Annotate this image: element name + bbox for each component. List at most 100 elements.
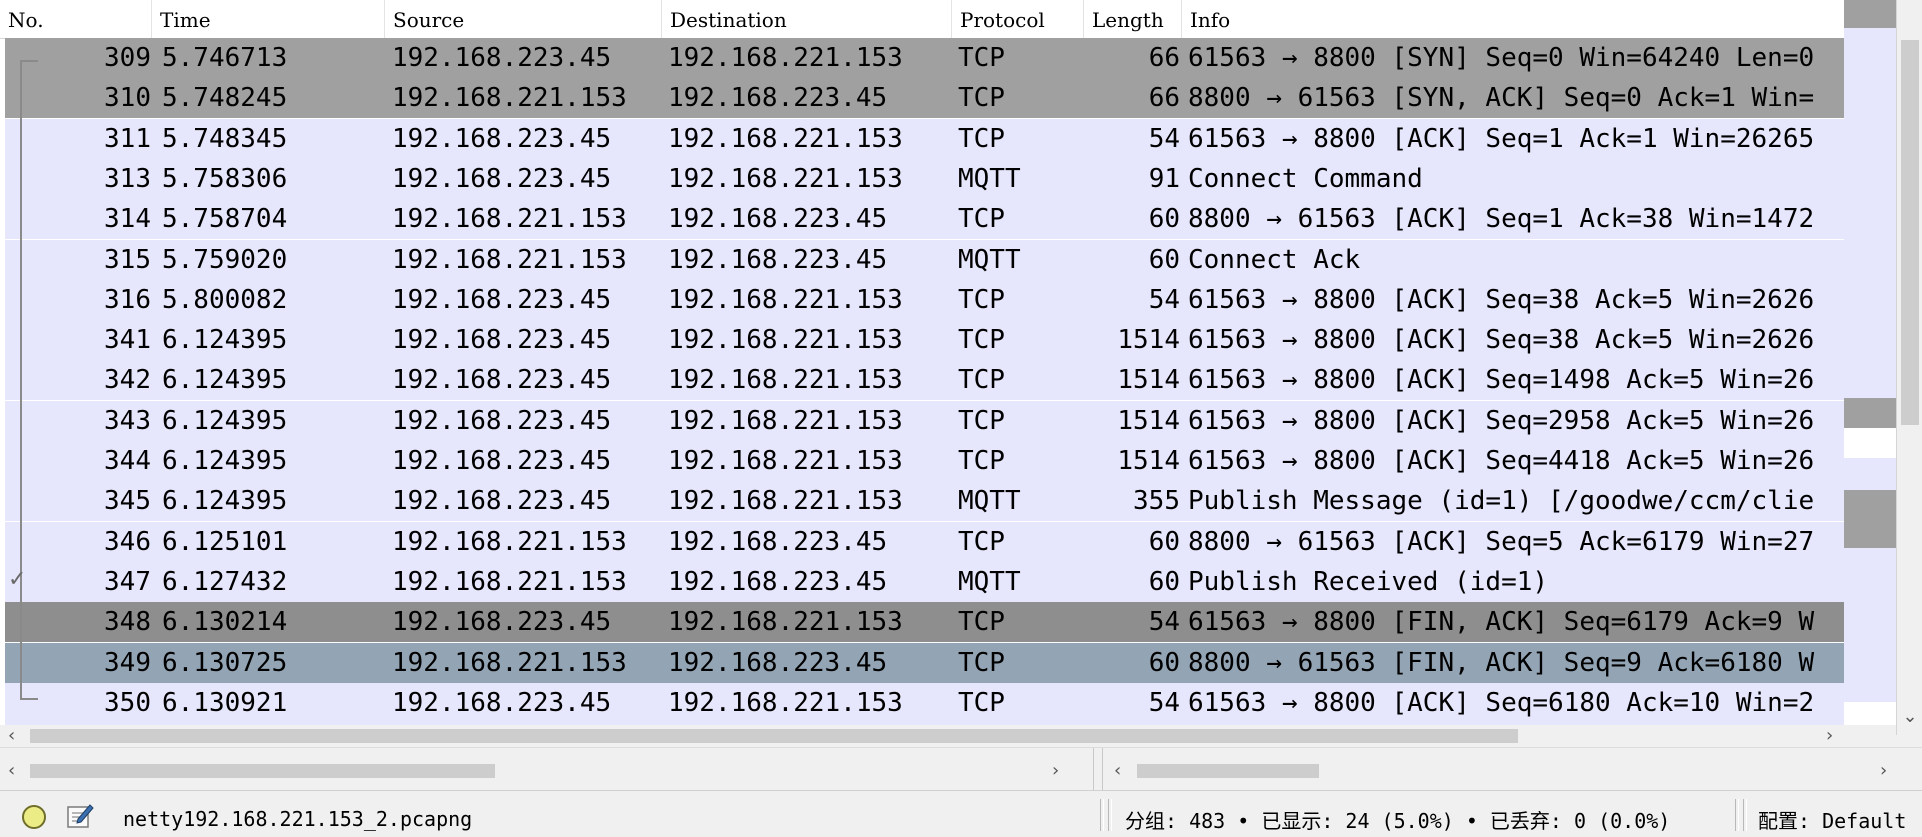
packet-row[interactable]: 346 6.125101 192.168.221.153 192.168.223.45… bbox=[5, 521, 1844, 562]
packet-row[interactable]: 316 5.800082 192.168.223.45 192.168.221.153… bbox=[5, 279, 1844, 320]
packet-row[interactable]: 344 6.124395 192.168.223.45 192.168.221.153… bbox=[5, 441, 1844, 481]
column-time[interactable]: Time bbox=[152, 0, 385, 38]
vertical-scrollbar[interactable]: ⌄ bbox=[1896, 0, 1922, 735]
packet-time: 6.127432 bbox=[162, 566, 288, 597]
details-hscroll-thumb[interactable] bbox=[30, 764, 495, 778]
packet-row[interactable]: 349 6.130725 192.168.221.153 192.168.223.45… bbox=[5, 642, 1844, 683]
status-divider bbox=[1108, 799, 1112, 831]
details-hscrollbar[interactable]: ‹ › bbox=[0, 760, 1085, 782]
packet-no: 316 bbox=[104, 284, 151, 315]
packet-destination: 192.168.221.153 bbox=[668, 163, 903, 194]
scroll-right-icon[interactable]: › bbox=[1880, 760, 1887, 782]
column-destination[interactable]: Destination bbox=[662, 0, 952, 38]
packet-time: 6.130214 bbox=[162, 607, 288, 638]
pane-splitter[interactable] bbox=[1093, 748, 1103, 791]
packet-time: 6.124395 bbox=[162, 365, 288, 396]
packet-minimap[interactable] bbox=[1844, 0, 1896, 725]
scroll-right-icon[interactable]: › bbox=[1826, 725, 1833, 747]
status-led-icon[interactable] bbox=[22, 805, 46, 829]
bytes-hscrollbar[interactable]: ‹ › bbox=[1110, 760, 1922, 782]
packet-length: 66 bbox=[1148, 83, 1180, 114]
packet-protocol: TCP bbox=[958, 83, 1005, 114]
packet-row[interactable]: 342 6.124395 192.168.223.45 192.168.221.153… bbox=[5, 360, 1844, 401]
column-source[interactable]: Source bbox=[385, 0, 662, 38]
packet-info: 61563 → 8800 [SYN] Seq=0 Win=64240 Len=0 bbox=[1188, 43, 1815, 73]
packet-source: 192.168.223.45 bbox=[392, 123, 612, 154]
packet-length: 60 bbox=[1148, 647, 1180, 678]
packet-row[interactable]: 350 6.130921 192.168.223.45 192.168.221.153… bbox=[5, 682, 1844, 723]
packet-info: 61563 → 8800 [ACK] Seq=2958 Ack=5 Win=26 bbox=[1188, 405, 1815, 436]
packet-row[interactable]: 341 6.124395 192.168.223.45 192.168.221.153… bbox=[5, 320, 1844, 361]
packet-destination: 192.168.223.45 bbox=[668, 526, 888, 557]
packet-no: 346 bbox=[104, 526, 151, 557]
packet-no: 310 bbox=[104, 83, 151, 114]
packet-destination: 192.168.223.45 bbox=[668, 83, 888, 114]
packet-no: 342 bbox=[104, 365, 151, 396]
profile-selector[interactable]: 配置: Default bbox=[1758, 805, 1906, 834]
packet-no: 348 bbox=[104, 607, 151, 638]
packet-row[interactable]: 314 5.758704 192.168.221.153 192.168.223.45… bbox=[5, 199, 1844, 240]
packet-no: 313 bbox=[104, 163, 151, 194]
packet-info: Connect Ack bbox=[1188, 244, 1361, 275]
packet-row[interactable]: 311 5.748345 192.168.223.45 192.168.221.153… bbox=[5, 118, 1844, 159]
packet-row[interactable]: 343 6.124395 192.168.223.45 192.168.221.153… bbox=[5, 400, 1844, 441]
packet-protocol: TCP bbox=[958, 365, 1005, 396]
packet-no: 350 bbox=[104, 687, 151, 718]
packet-protocol: TCP bbox=[958, 405, 1005, 436]
packet-row[interactable]: 313 5.758306 192.168.223.45 192.168.221.153… bbox=[5, 158, 1844, 199]
column-no[interactable]: No. bbox=[0, 0, 152, 38]
packet-info: 8800 → 61563 [SYN, ACK] Seq=0 Ack=1 Win= bbox=[1188, 83, 1815, 114]
packet-protocol: TCP bbox=[958, 284, 1005, 315]
packet-no: 309 bbox=[104, 43, 151, 73]
packet-list-hscroll-thumb[interactable] bbox=[30, 729, 1518, 743]
packet-source: 192.168.223.45 bbox=[392, 405, 612, 436]
packet-time: 6.125101 bbox=[162, 526, 288, 557]
packet-length: 60 bbox=[1148, 566, 1180, 597]
packet-source: 192.168.223.45 bbox=[392, 365, 612, 396]
status-bar: netty192.168.221.153_2.pcapng 分组: 483 • … bbox=[0, 790, 1922, 837]
packet-destination: 192.168.221.153 bbox=[668, 123, 903, 154]
packet-row[interactable]: 345 6.124395 192.168.223.45 192.168.221.153… bbox=[5, 481, 1844, 522]
edit-comment-icon[interactable] bbox=[66, 801, 94, 829]
packet-info: 61563 → 8800 [ACK] Seq=1 Ack=1 Win=26265 bbox=[1188, 123, 1815, 154]
packet-destination: 192.168.223.45 bbox=[668, 204, 888, 235]
bytes-hscroll-thumb[interactable] bbox=[1137, 764, 1319, 778]
conversation-bracket-start bbox=[20, 60, 38, 62]
status-divider bbox=[1100, 799, 1104, 831]
column-length[interactable]: Length bbox=[1084, 0, 1182, 38]
lower-panes: ‹ › ‹ › bbox=[0, 747, 1922, 791]
packet-protocol: TCP bbox=[958, 526, 1005, 557]
packet-source: 192.168.221.153 bbox=[392, 526, 627, 557]
scroll-right-icon[interactable]: › bbox=[1052, 760, 1059, 782]
packet-destination: 192.168.221.153 bbox=[668, 43, 903, 73]
packet-length: 1514 bbox=[1117, 325, 1180, 356]
packet-protocol: MQTT bbox=[958, 244, 1021, 275]
scroll-left-icon[interactable]: ‹ bbox=[8, 725, 15, 747]
packet-row[interactable]: 347 6.127432 192.168.221.153 192.168.223.45… bbox=[5, 561, 1844, 602]
packet-length: 66 bbox=[1148, 43, 1180, 73]
column-info[interactable]: Info bbox=[1182, 0, 1844, 38]
packet-time: 5.758306 bbox=[162, 163, 288, 194]
packet-source: 192.168.223.45 bbox=[392, 687, 612, 718]
scroll-left-icon[interactable]: ‹ bbox=[1114, 760, 1121, 782]
packet-no: 347 bbox=[104, 566, 151, 597]
packet-list-hscrollbar[interactable]: ‹ › bbox=[0, 725, 1844, 747]
packet-row[interactable]: 315 5.759020 192.168.221.153 192.168.223.45… bbox=[5, 239, 1844, 280]
packet-list[interactable]: No. Time Source Destination Protocol Len… bbox=[0, 0, 1922, 725]
packet-row[interactable]: 309 5.746713 192.168.223.45 192.168.221.153… bbox=[5, 38, 1844, 78]
packet-length: 60 bbox=[1148, 204, 1180, 235]
vertical-scroll-thumb[interactable] bbox=[1901, 40, 1919, 425]
packet-row[interactable]: 310 5.748245 192.168.221.153 192.168.223.45… bbox=[5, 78, 1844, 119]
scroll-down-icon[interactable]: ⌄ bbox=[1899, 706, 1921, 728]
status-divider bbox=[1735, 799, 1739, 831]
packet-protocol: TCP bbox=[958, 123, 1005, 154]
column-protocol[interactable]: Protocol bbox=[952, 0, 1084, 38]
packet-time: 5.748245 bbox=[162, 83, 288, 114]
packet-time: 6.130725 bbox=[162, 647, 288, 678]
packet-time: 6.130921 bbox=[162, 687, 288, 718]
packet-destination: 192.168.221.153 bbox=[668, 405, 903, 436]
packet-row[interactable]: 348 6.130214 192.168.223.45 192.168.221.153… bbox=[5, 602, 1844, 643]
packet-destination: 192.168.223.45 bbox=[668, 244, 888, 275]
scroll-left-icon[interactable]: ‹ bbox=[8, 760, 15, 782]
packet-rows: 309 5.746713 192.168.223.45 192.168.221.153… bbox=[0, 38, 1844, 725]
